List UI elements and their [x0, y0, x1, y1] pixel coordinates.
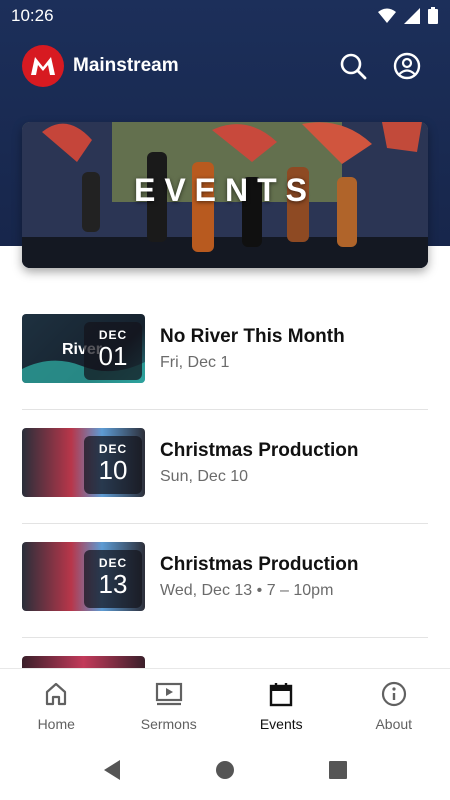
event-day: 01 [98, 341, 128, 371]
event-date-badge: DEC 13 [84, 550, 142, 608]
nav-about[interactable]: About [338, 669, 450, 742]
event-thumbnail: River DEC 01 [22, 314, 145, 383]
account-button[interactable] [392, 51, 422, 81]
logo-mark-icon [31, 57, 55, 75]
event-title: Christmas Production [160, 440, 359, 461]
event-thumbnail: DEC 13 [22, 542, 145, 611]
event-date-badge: DEC 01 [84, 322, 142, 380]
event-date: Sun, Dec 10 [160, 468, 249, 485]
event-date: Fri, Dec 1 [160, 354, 230, 371]
nav-events[interactable]: Events [225, 669, 338, 742]
event-title: No River This Month [160, 326, 345, 347]
nav-events-label: Events [259, 716, 303, 732]
nav-home-label: Home [37, 716, 75, 732]
event-month: DEC [98, 328, 128, 342]
home-icon [46, 682, 67, 706]
home-circle-icon[interactable] [215, 760, 235, 780]
nav-sermons[interactable]: Sermons [113, 669, 226, 742]
status-bar: 10:26 [0, 0, 450, 32]
back-icon[interactable] [102, 759, 122, 781]
nav-sermons-label: Sermons [140, 716, 197, 732]
hero-title: EVENTS [133, 172, 317, 208]
info-icon [381, 681, 406, 707]
battery-icon [428, 7, 438, 24]
video-icon [155, 682, 182, 706]
status-icons [378, 7, 438, 24]
search-button[interactable] [338, 51, 368, 81]
event-date-badge: DEC 10 [84, 436, 142, 494]
events-hero-banner: EVENTS [22, 122, 428, 268]
app-title: Mainstream [73, 55, 179, 76]
event-title: Christmas Production [160, 554, 359, 575]
nav-home[interactable]: Home [0, 669, 113, 742]
event-list-item[interactable]: DEC 13 Christmas Production Wed, Dec 13 … [22, 524, 428, 638]
account-icon [393, 52, 421, 80]
calendar-icon [270, 683, 293, 707]
app-bar: Mainstream [0, 40, 450, 92]
bottom-navigation: Home Sermons Events About [0, 668, 450, 742]
event-date: Wed, Dec 13 • 7 – 10pm [160, 582, 334, 599]
event-list-item[interactable]: DEC 10 Christmas Production Sun, Dec 10 [22, 410, 428, 524]
event-month: DEC [98, 556, 128, 570]
recents-icon[interactable] [328, 760, 348, 780]
event-month: DEC [98, 442, 128, 456]
event-day: 13 [98, 569, 128, 599]
signal-icon [404, 7, 420, 24]
search-icon [340, 53, 367, 80]
wifi-icon [378, 8, 396, 23]
status-time: 10:26 [11, 6, 54, 25]
event-list-item[interactable]: River DEC 01 No River This Month Fri, De… [22, 296, 428, 410]
system-navigation-bar [0, 742, 450, 800]
app-logo [22, 45, 64, 87]
nav-about-label: About [375, 716, 413, 732]
event-day: 10 [98, 455, 128, 485]
event-thumbnail: DEC 10 [22, 428, 145, 497]
